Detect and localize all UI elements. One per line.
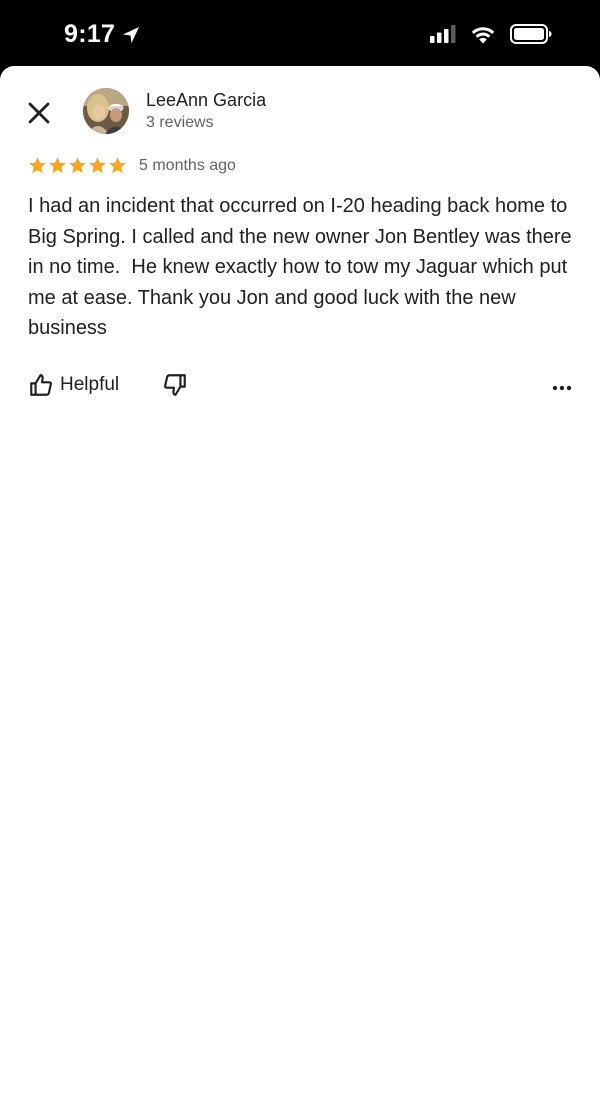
review-actions: Helpful	[28, 372, 572, 404]
wifi-icon	[471, 26, 495, 43]
more-options-button[interactable]	[552, 378, 572, 396]
signal-icon	[430, 25, 456, 43]
star-icon	[69, 157, 86, 174]
more-horizontal-icon	[552, 385, 572, 391]
close-icon	[28, 102, 50, 124]
review-sheet: LeeAnn Garcia 3 reviews 5 months ago I h…	[0, 66, 600, 1104]
star-rating	[28, 156, 127, 175]
avatar[interactable]	[83, 88, 129, 134]
status-bar: 9:17	[0, 0, 600, 66]
review-text: I had an incident that occurred on I-20 …	[28, 195, 578, 339]
reviewer-name[interactable]: LeeAnn Garcia	[146, 90, 266, 111]
helpful-button[interactable]: Helpful	[28, 372, 119, 398]
thumbs-down-icon	[164, 374, 186, 396]
star-icon	[49, 157, 66, 174]
helpful-label: Helpful	[60, 374, 120, 395]
screen: 9:17 LeeAnn Garcia 3 reviews 5 months ag…	[0, 0, 600, 1104]
star-icon	[89, 157, 106, 174]
status-time: 9:17	[64, 20, 141, 49]
not-helpful-button[interactable]	[162, 372, 188, 403]
status-time-text: 9:17	[64, 20, 116, 48]
rating-row: 5 months ago	[28, 156, 236, 175]
close-button[interactable]	[22, 96, 56, 130]
thumbs-up-icon	[30, 374, 52, 396]
star-icon	[109, 157, 126, 174]
battery-icon	[510, 24, 552, 44]
review-time: 5 months ago	[139, 156, 236, 174]
location-arrow-icon	[123, 26, 140, 43]
star-icon	[29, 157, 46, 174]
reviewer-review-count: 3 reviews	[146, 114, 214, 131]
status-icons	[430, 24, 552, 44]
avatar-photo	[83, 88, 129, 134]
